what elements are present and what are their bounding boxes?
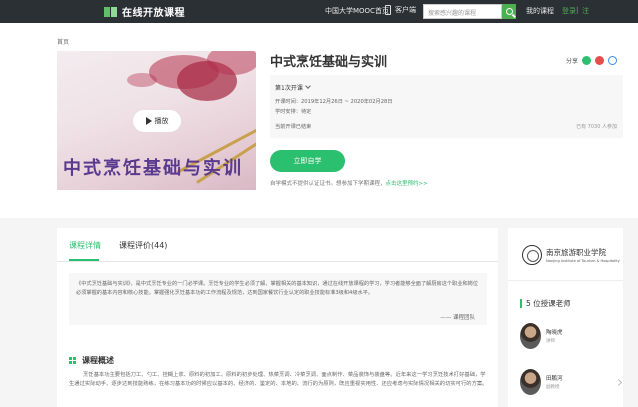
cover-title: 中式烹饪基础与实训 [63,158,243,179]
overview-text: 烹饪基本功主要包括刀工、勺工、挂糊上浆、原料的初加工、原料的初步处理、热菜烹调、… [69,372,488,388]
top-nav-bar: 在线开放课程 中国大学MOOC首页 客户端 搜索感兴趣的课程 我的课程 登录 |… [0,0,638,23]
tab-bar: 课程详情 课程评价(44) [57,228,498,262]
school-seal-icon [522,245,542,265]
nav-separator: | [576,6,579,14]
teacher-name: 田鹏河 [546,376,563,382]
teacher-card[interactable]: 田鹏河 副教授 [520,369,563,395]
play-label: 播放 [154,117,169,125]
teacher-role: 讲师 [546,339,555,344]
overview-heading: 课程概述 [69,355,114,366]
client-label: 客户端 [395,6,416,14]
register-link[interactable]: 注 [582,6,589,16]
tab-course-details[interactable]: 课程详情 [69,240,101,251]
teacher-role: 副教授 [546,385,560,390]
active-tab-indicator [69,259,99,261]
mooc-home-link[interactable]: 中国大学MOOC首页 [325,6,389,16]
site-logo[interactable]: 在线开放课程 [104,4,185,19]
course-cover-video[interactable]: 中式烹饪基础与实训 播放 [57,51,256,190]
breadcrumb[interactable]: 首页 [57,37,69,46]
school-name: 南京旅游职业学院 [546,248,606,257]
self-study-button[interactable]: 立即自学 [270,150,345,172]
share-label: 分享 [566,58,579,65]
sidebar: 南京旅游职业学院 Nanjing Institute of Tourism & … [508,228,623,407]
search-input[interactable]: 搜索感兴趣的课程 [423,4,502,19]
grid-icon [69,357,76,364]
enrolled-count: 已有 7030 人参加 [576,124,617,130]
qq-icon[interactable] [608,56,618,65]
wechat-icon[interactable] [582,56,592,65]
my-courses-link[interactable]: 我的课程 [526,6,554,16]
school-name-en: Nanjing Institute of Tourism & Hospitali… [546,259,620,263]
logo-text: 在线开放课程 [122,8,185,19]
teacher-name: 陶晓虎 [546,330,563,336]
play-button[interactable]: 播放 [133,110,181,132]
term-selector[interactable]: 第1次开课 [275,83,311,92]
play-icon [145,117,152,125]
course-header: 首页 中式烹饪基础与实训 播放 中式烹饪基础与实训 分享 第1次开课 开课时间：… [0,23,638,218]
client-link[interactable]: 客户端 [385,5,416,15]
accent-bar [520,299,522,308]
share-bar: 分享 [566,56,618,65]
course-dates: 开课时间：2019年12月26日 ~ 2020年02月28日 [275,99,393,105]
search-icon [505,8,513,15]
course-detail-panel: 课程详情 课程评价(44) 《中式烹饪基础与实训》，是中式烹饪专业的一门必学课。… [57,228,498,407]
teachers-heading: 5 位授课老师 [520,298,571,309]
term-label: 第1次开课 [275,85,303,92]
quote-signature: —— 课程团队 [440,315,475,321]
teacher-card[interactable]: 陶晓虎 讲师 [520,323,563,349]
quote-text: 《中式烹饪基础与实训》，是中式烹饪专业的一门必学课。烹饪专业的学生必须了解、掌握… [76,281,479,296]
course-hours: 学时安排：待定 [275,109,312,115]
chevron-down-icon [304,83,311,89]
term-info-box: 第1次开课 开课时间：2019年12月26日 ~ 2020年02月28日 学时安… [270,75,623,138]
tab-course-reviews[interactable]: 课程评价(44) [119,240,167,251]
avatar [520,323,541,349]
cert-note-text: 自学模式不提供认证证书。想参加下学期课程， [270,181,386,187]
course-status: 当前开课已结束 [275,124,312,130]
book-icon [104,6,118,18]
course-quote: 《中式烹饪基础与实训》，是中式烹饪专业的一门必学课。烹饪专业的学生必须了解、掌握… [69,273,487,325]
avatar [520,369,541,395]
search-button[interactable] [502,4,516,19]
reserve-link[interactable]: 点击这里预约>> [386,181,428,187]
login-link[interactable]: 登录 [562,6,576,16]
certificate-note: 自学模式不提供认证证书。想参加下学期课程，点击这里预约>> [270,179,428,187]
divider [508,280,623,281]
course-title: 中式烹饪基础与实训 [270,55,388,70]
phone-icon [385,5,391,15]
overview-heading-text: 课程概述 [82,356,114,365]
teachers-heading-text: 5 位授课老师 [526,299,571,308]
school-logo[interactable]: 南京旅游职业学院 Nanjing Institute of Tourism & … [522,245,620,265]
weibo-icon[interactable] [595,56,605,65]
